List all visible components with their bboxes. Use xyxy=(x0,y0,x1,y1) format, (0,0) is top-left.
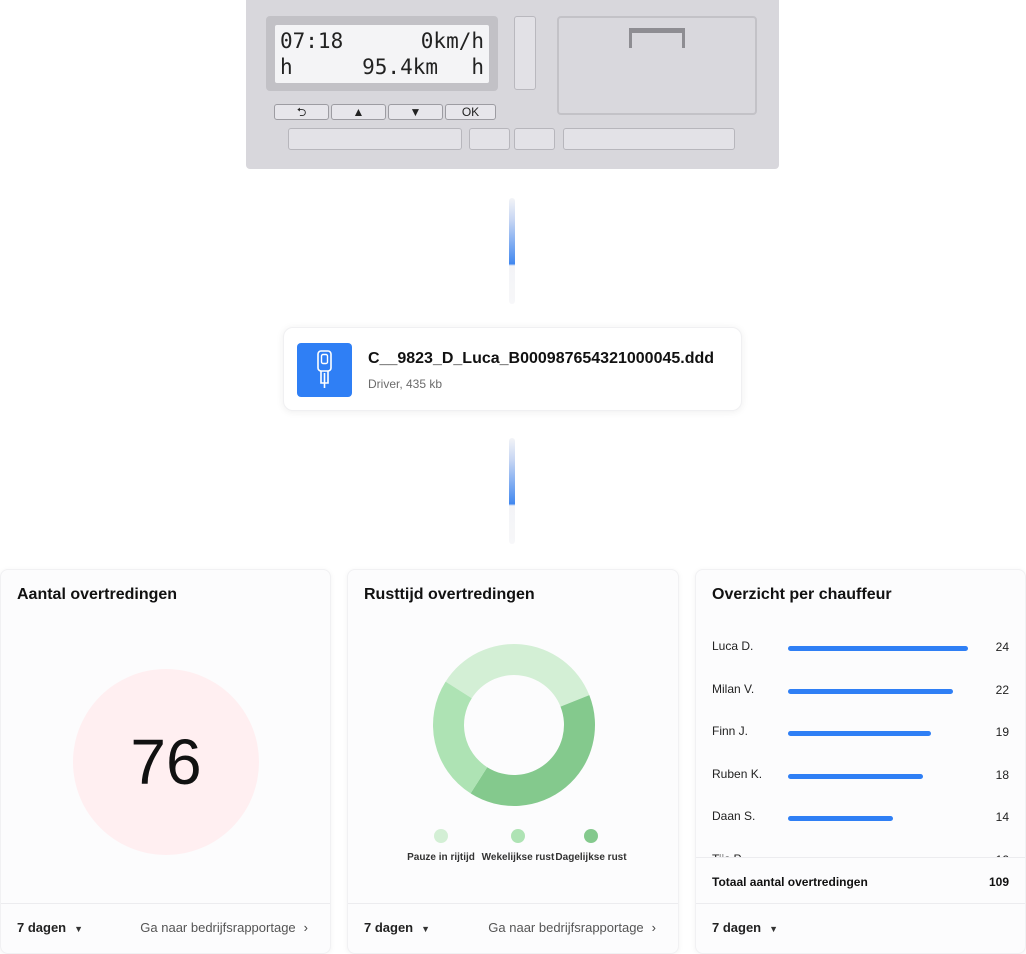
driver-overview-card: Overzicht per chauffeur Luca D. 24 Milan V… xyxy=(695,569,1026,954)
display-mode-right: h xyxy=(471,55,484,79)
driver-bar xyxy=(788,773,923,779)
tachograph-device: 07:18 0km/h h 95.4km h ⮌ ▲ ▼ OK xyxy=(246,0,779,169)
driver-name: Ruben K. xyxy=(712,766,763,781)
legend-dot xyxy=(434,829,448,843)
violations-card: Aantal overtredingen 76 7 dagen ▼ Ga naar… xyxy=(0,569,331,954)
tachograph-display: 07:18 0km/h h 95.4km h xyxy=(266,16,498,91)
driver-bar-track xyxy=(788,816,968,821)
file-name: C__9823_D_Luca_B000987654321000045.ddd xyxy=(368,350,715,367)
driver-row[interactable]: Daan S. 14 xyxy=(712,809,1009,829)
period-label: 7 dagen xyxy=(364,920,414,935)
driver-name: Luca D. xyxy=(712,639,754,653)
display-time: 07:18 xyxy=(280,29,344,53)
driver-row[interactable]: Luca D. 24 xyxy=(712,639,1009,659)
display-screen: 07:18 0km/h h 95.4km h xyxy=(275,25,489,83)
driver-bar xyxy=(788,646,968,651)
caret-down-icon: ▼ xyxy=(769,924,779,934)
side-slot xyxy=(514,16,536,90)
driver-count: 14 xyxy=(995,810,1009,824)
chevron-right-icon: › xyxy=(303,920,308,935)
report-link[interactable]: Ga naar bedrijfsrapportage › xyxy=(140,920,308,935)
violations-footer: 7 dagen ▼ Ga naar bedrijfsrapportage › xyxy=(1,903,330,953)
report-link-label: Ga naar bedrijfsrapportage xyxy=(140,920,296,935)
driver-bar-track xyxy=(788,731,968,736)
driver-name: Finn J. xyxy=(712,724,749,738)
chevron-right-icon: › xyxy=(651,920,656,935)
connector-line-bottom xyxy=(509,438,515,544)
legend-dot xyxy=(511,829,525,843)
driver-count: 18 xyxy=(995,767,1009,782)
donut-chart xyxy=(433,644,595,806)
driver-bar xyxy=(788,816,893,821)
rest-footer: 7 dagen ▼ Ga naar bedrijfsrapportage › xyxy=(348,903,678,953)
caret-down-icon: ▼ xyxy=(74,924,84,934)
violations-title: Aantal overtredingen xyxy=(17,586,178,603)
donut-slice-1[interactable] xyxy=(433,681,488,794)
driver-bar xyxy=(788,688,953,694)
driver-count: 24 xyxy=(995,640,1009,654)
period-select[interactable]: 7 dagen ▼ xyxy=(17,920,83,935)
driver-count: 22 xyxy=(995,682,1009,697)
legend-dot xyxy=(584,829,598,843)
file-meta: Driver, 435 kb xyxy=(368,377,443,391)
driver-bar-track xyxy=(788,773,968,779)
down-button[interactable]: ▼ xyxy=(388,104,443,120)
connector-line-top xyxy=(509,198,515,304)
total-value: 109 xyxy=(988,875,1009,889)
rest-violations-card: Rusttijd overtredingen Pauze in rijtijd … xyxy=(347,569,679,954)
legend-weekly: Wekelijkse rust xyxy=(478,829,558,865)
card-slot-notch xyxy=(629,28,685,48)
driver-row[interactable]: Ruben K. 18 xyxy=(712,767,1009,787)
driver-bar-track xyxy=(788,646,968,651)
function-button-1[interactable] xyxy=(469,128,510,150)
tachograph-icon xyxy=(297,343,352,397)
violations-count: 76 xyxy=(130,726,202,798)
printer-drawer[interactable] xyxy=(288,128,462,150)
driver-title: Overzicht per chauffeur xyxy=(712,586,892,603)
driver-name: Milan V. xyxy=(712,681,755,696)
period-label: 7 dagen xyxy=(712,920,762,935)
back-button[interactable]: ⮌ xyxy=(274,104,329,120)
driver-bar-track xyxy=(788,688,968,694)
total-row: Totaal aantal overtredingen 109 xyxy=(696,857,1025,905)
card-eject-bar[interactable] xyxy=(563,128,735,150)
driver-bar xyxy=(788,731,931,736)
legend-pauze: Pauze in rijtijd xyxy=(401,829,481,865)
driver-footer: 7 dagen ▼ xyxy=(696,903,1025,953)
legend-label: Dagelijkse rust xyxy=(555,852,627,863)
card-slot xyxy=(557,16,757,115)
up-button[interactable]: ▲ xyxy=(331,104,386,120)
legend-label: Pauze in rijtijd xyxy=(407,852,475,863)
display-speed: 0km/h xyxy=(420,29,484,53)
display-mode-left: h xyxy=(280,55,293,79)
ok-button[interactable]: OK xyxy=(445,104,496,120)
function-button-2[interactable] xyxy=(514,128,555,150)
driver-name: Daan S. xyxy=(712,809,756,823)
violations-count-circle: 76 xyxy=(73,669,259,855)
period-label: 7 dagen xyxy=(17,920,67,935)
legend-label: Wekelijkse rust xyxy=(481,852,555,863)
period-select[interactable]: 7 dagen ▼ xyxy=(364,920,430,935)
total-label: Totaal aantal overtredingen xyxy=(712,875,868,889)
legend-daily: Dagelijkse rust xyxy=(551,829,631,865)
driver-count: 19 xyxy=(995,725,1009,739)
driver-row[interactable]: Milan V. 22 xyxy=(712,682,1009,702)
display-distance: 95.4km xyxy=(362,55,438,79)
donut-slice-2[interactable] xyxy=(470,695,595,806)
caret-down-icon: ▼ xyxy=(421,924,431,934)
report-link-label: Ga naar bedrijfsrapportage xyxy=(488,920,644,935)
file-card[interactable]: C__9823_D_Luca_B000987654321000045.ddd D… xyxy=(283,327,742,411)
report-link[interactable]: Ga naar bedrijfsrapportage › xyxy=(488,920,656,935)
period-select[interactable]: 7 dagen ▼ xyxy=(712,920,778,935)
driver-row[interactable]: Finn J. 19 xyxy=(712,724,1009,744)
